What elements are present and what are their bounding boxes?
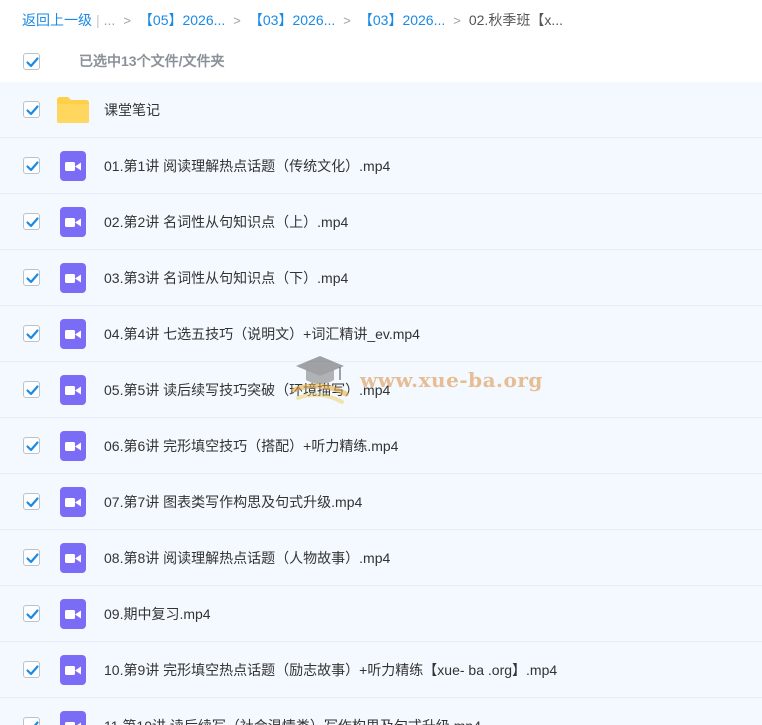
check-icon — [26, 161, 39, 172]
breadcrumb-item[interactable]: 【03】2026... — [249, 10, 335, 30]
check-icon — [26, 665, 39, 676]
file-name[interactable]: 09.期中复习.mp4 — [104, 604, 211, 624]
video-icon — [60, 206, 86, 237]
row-checkbox[interactable] — [23, 549, 40, 566]
file-name[interactable]: 01.第1讲 阅读理解热点话题（传统文化）.mp4 — [104, 156, 390, 176]
check-icon — [26, 441, 39, 452]
folder-icon — [57, 96, 89, 123]
check-icon — [26, 497, 39, 508]
file-name[interactable]: 11.第10讲 读后续写（社会温情类）写作构思及句式升级.mp4 — [104, 716, 481, 725]
file-type-icon — [56, 206, 90, 237]
row-checkbox[interactable] — [23, 661, 40, 678]
chevron-right-icon: > — [453, 12, 461, 28]
video-icon — [60, 486, 86, 517]
check-icon — [26, 217, 39, 228]
check-icon — [26, 609, 39, 620]
breadcrumb: 返回上一级 | ... > 【05】2026... > 【03】2026... … — [22, 0, 762, 40]
file-row[interactable]: 06.第6讲 完形填空技巧（搭配）+听力精练.mp4 — [0, 418, 762, 474]
row-checkbox[interactable] — [23, 157, 40, 174]
video-icon — [60, 598, 86, 629]
file-row[interactable]: 08.第8讲 阅读理解热点话题（人物故事）.mp4 — [0, 530, 762, 586]
file-name[interactable]: 10.第9讲 完形填空热点话题（励志故事）+听力精练【xue- ba .org】… — [104, 660, 557, 680]
file-name[interactable]: 课堂笔记 — [104, 100, 160, 120]
file-type-icon — [56, 486, 90, 517]
file-type-icon — [56, 542, 90, 573]
file-row[interactable]: 10.第9讲 完形填空热点话题（励志故事）+听力精练【xue- ba .org】… — [0, 642, 762, 698]
row-checkbox[interactable] — [23, 493, 40, 510]
breadcrumb-current: 02.秋季班【x... — [468, 12, 563, 28]
row-checkbox[interactable] — [23, 605, 40, 622]
check-icon — [26, 553, 39, 564]
file-type-icon — [56, 262, 90, 293]
file-type-icon — [56, 654, 90, 685]
file-row[interactable]: 03.第3讲 名词性从句知识点（下）.mp4 — [0, 250, 762, 306]
check-icon — [26, 385, 39, 396]
row-checkbox[interactable] — [23, 213, 40, 230]
file-name[interactable]: 06.第6讲 完形填空技巧（搭配）+听力精练.mp4 — [104, 436, 398, 456]
breadcrumb-item[interactable]: 【05】2026... — [139, 10, 225, 30]
file-type-icon — [56, 318, 90, 349]
select-all-checkbox[interactable] — [23, 52, 40, 70]
file-name[interactable]: 02.第2讲 名词性从句知识点（上）.mp4 — [104, 212, 348, 232]
row-checkbox[interactable] — [23, 437, 40, 454]
video-icon — [60, 150, 86, 181]
file-name[interactable]: 04.第4讲 七选五技巧（说明文）+词汇精讲_ev.mp4 — [104, 324, 420, 344]
file-row[interactable]: 05.第5讲 读后续写技巧突破（环境描写）.mp4 — [0, 362, 762, 418]
file-name[interactable]: 08.第8讲 阅读理解热点话题（人物故事）.mp4 — [104, 548, 390, 568]
file-row[interactable]: 02.第2讲 名词性从句知识点（上）.mp4 — [0, 194, 762, 250]
check-icon — [26, 56, 39, 67]
row-checkbox[interactable] — [23, 717, 40, 725]
row-checkbox[interactable] — [23, 101, 40, 118]
file-type-icon — [56, 374, 90, 405]
file-name[interactable]: 07.第7讲 图表类写作构思及句式升级.mp4 — [104, 492, 362, 512]
breadcrumb-ellipsis[interactable]: ... — [104, 12, 116, 28]
chevron-right-icon: > — [233, 12, 241, 28]
file-name[interactable]: 05.第5讲 读后续写技巧突破（环境描写）.mp4 — [104, 380, 390, 400]
check-icon — [26, 105, 39, 116]
file-type-icon — [56, 710, 90, 725]
video-icon — [60, 374, 86, 405]
check-icon — [26, 273, 39, 284]
video-icon — [60, 318, 86, 349]
breadcrumb-divider: | — [96, 12, 100, 28]
selection-bar: 已选中13个文件/文件夹 — [0, 40, 762, 82]
video-icon — [60, 542, 86, 573]
video-icon — [60, 262, 86, 293]
selection-count: 已选中13个文件/文件夹 — [79, 53, 225, 69]
back-link[interactable]: 返回上一级 — [22, 10, 92, 30]
file-row[interactable]: 04.第4讲 七选五技巧（说明文）+词汇精讲_ev.mp4 — [0, 306, 762, 362]
chevron-right-icon: > — [123, 12, 131, 28]
file-row[interactable]: 09.期中复习.mp4 — [0, 586, 762, 642]
file-row[interactable]: 课堂笔记 — [0, 82, 762, 138]
chevron-right-icon: > — [343, 12, 351, 28]
file-list: 课堂笔记 01.第1讲 阅读理解热点话题（传统文化）.mp4 02.第2讲 名词性从… — [0, 82, 762, 725]
row-checkbox[interactable] — [23, 325, 40, 342]
file-name[interactable]: 03.第3讲 名词性从句知识点（下）.mp4 — [104, 268, 348, 288]
check-icon — [33, 721, 39, 725]
row-checkbox[interactable] — [23, 381, 40, 398]
file-row[interactable]: 07.第7讲 图表类写作构思及句式升级.mp4 — [0, 474, 762, 530]
breadcrumb-item[interactable]: 【03】2026... — [359, 10, 445, 30]
video-icon — [60, 710, 86, 725]
video-icon — [60, 654, 86, 685]
file-type-icon — [56, 150, 90, 181]
file-type-icon — [56, 430, 90, 461]
file-type-icon — [56, 95, 90, 125]
check-icon — [26, 329, 39, 340]
row-checkbox[interactable] — [23, 269, 40, 286]
video-icon — [60, 430, 86, 461]
file-row[interactable]: 01.第1讲 阅读理解热点话题（传统文化）.mp4 — [0, 138, 762, 194]
file-type-icon — [56, 598, 90, 629]
file-row[interactable]: 11.第10讲 读后续写（社会温情类）写作构思及句式升级.mp4 — [0, 698, 762, 725]
